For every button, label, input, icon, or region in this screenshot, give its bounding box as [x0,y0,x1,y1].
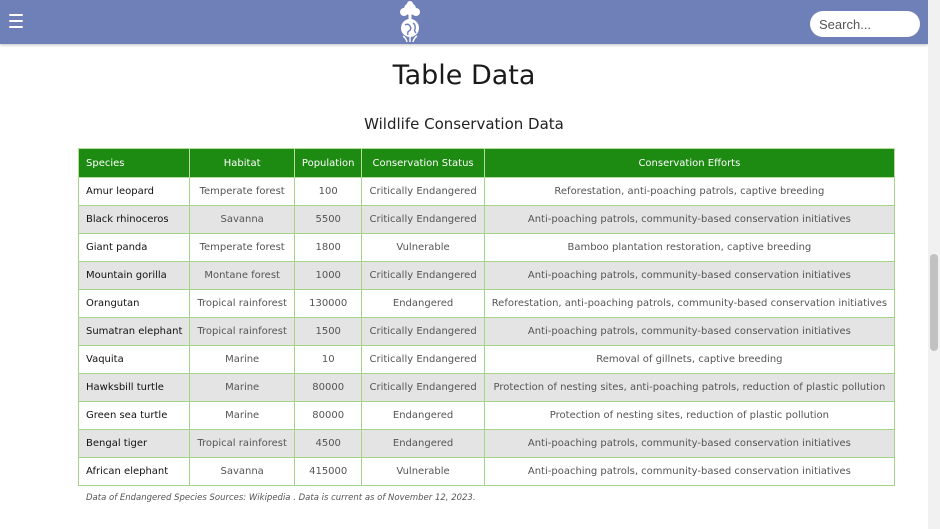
table-row: Black rhinoceros Savanna 5500 Critically… [77,205,896,234]
cell-habitat: Montane forest [189,261,295,290]
cell-conservation-efforts: Reforestation, anti-poaching patrols, co… [483,289,896,318]
cell-population: 80000 [293,401,363,430]
cell-population: 10 [293,345,363,374]
table-footnote: Data of Endangered Species Sources: Wiki… [86,493,476,503]
cell-species: Vaquita [77,345,191,374]
page: Table Data Wildlife Conservation Data Sp… [0,0,940,529]
cell-habitat: Marine [189,373,295,402]
scrollbar-thumb[interactable] [930,254,938,351]
search-input[interactable] [810,11,920,37]
table-row: Sumatran elephant Tropical rainforest 15… [77,317,896,346]
cell-population: 4500 [293,429,363,458]
table-row: Hawksbill turtle Marine 80000 Critically… [77,373,896,402]
cell-conservation-efforts: Anti-poaching patrols, community-based c… [483,457,896,486]
cell-population: 1800 [293,233,363,262]
cell-conservation-status: Endangered [361,429,485,458]
cell-conservation-status: Endangered [361,401,485,430]
cell-conservation-efforts: Protection of nesting sites, reduction o… [483,401,896,430]
cell-species: Giant panda [77,233,191,262]
cell-habitat: Savanna [189,205,295,234]
cell-conservation-status: Critically Endangered [361,317,485,346]
column-header-habitat[interactable]: Habitat [189,148,295,178]
cell-habitat: Temperate forest [189,233,295,262]
cell-conservation-status: Endangered [361,289,485,318]
column-header-species[interactable]: Species [77,148,191,178]
table-row: Mountain gorilla Montane forest 1000 Cri… [77,261,896,290]
table-row: Green sea turtle Marine 80000 Endangered… [77,401,896,430]
cell-conservation-efforts: Protection of nesting sites, anti-poachi… [483,373,896,402]
cell-population: 5500 [293,205,363,234]
table-row: Giant panda Temperate forest 1800 Vulner… [77,233,896,262]
table-row: Orangutan Tropical rainforest 130000 End… [77,289,896,318]
cell-conservation-efforts: Removal of gillnets, captive breeding [483,345,896,374]
cell-conservation-status: Critically Endangered [361,177,485,206]
cell-habitat: Tropical rainforest [189,289,295,318]
cell-conservation-efforts: Anti-poaching patrols, community-based c… [483,317,896,346]
page-scrollbar[interactable] [928,0,940,529]
table-row: Amur leopard Temperate forest 100 Critic… [77,177,896,206]
table-row: Bengal tiger Tropical rainforest 4500 En… [77,429,896,458]
cell-habitat: Savanna [189,457,295,486]
cell-species: Hawksbill turtle [77,373,191,402]
table-caption: Wildlife Conservation Data [364,115,564,133]
top-navigation-bar [0,0,928,44]
column-header-conservation-efforts[interactable]: Conservation Efforts [483,148,896,178]
cell-conservation-status: Critically Endangered [361,373,485,402]
cell-species: Green sea turtle [77,401,191,430]
cell-habitat: Marine [189,401,295,430]
cell-population: 100 [293,177,363,206]
column-header-conservation-status[interactable]: Conservation Status [361,148,485,178]
cell-conservation-efforts: Bamboo plantation restoration, captive b… [483,233,896,262]
cell-conservation-status: Vulnerable [361,233,485,262]
cell-habitat: Marine [189,345,295,374]
hamburger-menu-icon[interactable] [9,14,23,30]
cell-population: 80000 [293,373,363,402]
cell-population: 415000 [293,457,363,486]
cell-conservation-efforts: Anti-poaching patrols, community-based c… [483,261,896,290]
cell-conservation-status: Vulnerable [361,457,485,486]
cell-conservation-status: Critically Endangered [361,345,485,374]
cell-species: Sumatran elephant [77,317,191,346]
column-header-population[interactable]: Population [293,148,363,178]
cell-species: African elephant [77,457,191,486]
table-row: African elephant Savanna 415000 Vulnerab… [77,457,896,486]
cell-habitat: Temperate forest [189,177,295,206]
cell-population: 1000 [293,261,363,290]
table-row: Vaquita Marine 10 Critically Endangered … [77,345,896,374]
cell-habitat: Tropical rainforest [189,317,295,346]
cell-conservation-status: Critically Endangered [361,205,485,234]
cell-species: Black rhinoceros [77,205,191,234]
cell-species: Amur leopard [77,177,191,206]
cell-species: Mountain gorilla [77,261,191,290]
cell-conservation-efforts: Anti-poaching patrols, community-based c… [483,429,896,458]
cell-conservation-status: Critically Endangered [361,261,485,290]
cell-conservation-efforts: Anti-poaching patrols, community-based c… [483,205,896,234]
page-title: Table Data [392,60,536,91]
wildlife-conservation-table: Species Habitat Population Conservation … [77,148,896,486]
cell-population: 130000 [293,289,363,318]
globe-tree-logo[interactable] [395,0,425,44]
table-header-row: Species Habitat Population Conservation … [77,148,896,178]
cell-conservation-efforts: Reforestation, anti-poaching patrols, ca… [483,177,896,206]
cell-population: 1500 [293,317,363,346]
cell-species: Orangutan [77,289,191,318]
cell-species: Bengal tiger [77,429,191,458]
cell-habitat: Tropical rainforest [189,429,295,458]
